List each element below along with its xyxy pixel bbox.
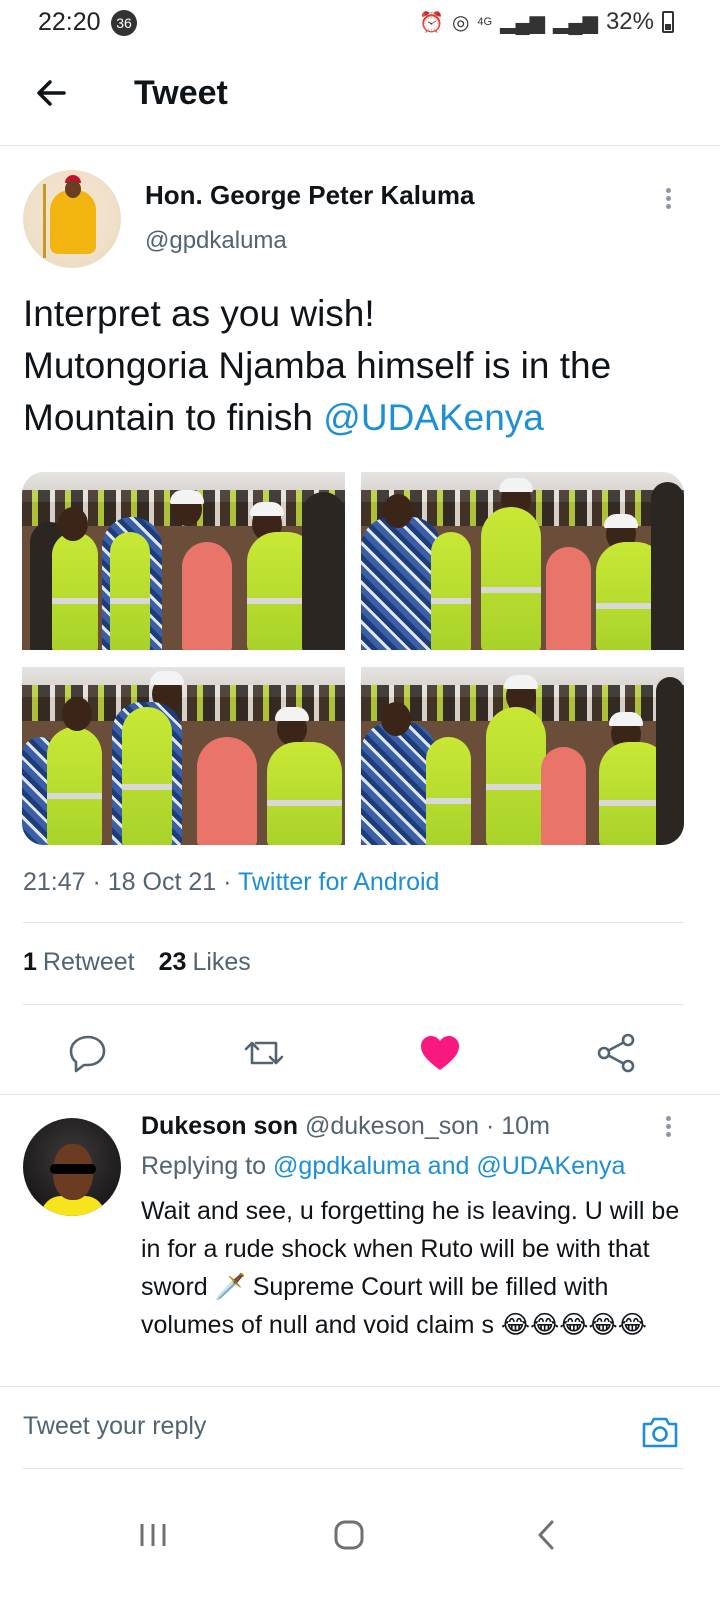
page-title: Tweet [134, 74, 228, 112]
status-time: 22:20 [38, 8, 101, 36]
tweet-photo[interactable] [22, 667, 345, 845]
home-button[interactable] [324, 1510, 374, 1560]
network-type-label: 4G [477, 16, 493, 28]
divider [23, 922, 684, 923]
retweet-label: Retweet [42, 948, 135, 976]
likes-stat[interactable]: 23 Likes [159, 948, 251, 977]
retweets-stat[interactable]: 1 Retweet [23, 948, 135, 977]
reply-more-options-button[interactable] [658, 1114, 678, 1140]
author-name[interactable]: Hon. George Peter Kaluma [145, 180, 474, 211]
hotspot-icon: ◎ [451, 11, 470, 34]
retweet-count: 1 [23, 948, 37, 976]
reply-button[interactable] [64, 1029, 112, 1077]
tweet-stats: 1 Retweet 23 Likes [23, 948, 251, 977]
retweet-button[interactable] [240, 1029, 288, 1077]
battery-icon [662, 11, 674, 33]
reply-input[interactable]: Tweet your reply [23, 1412, 206, 1441]
system-nav-bar [0, 1490, 720, 1600]
reply-author-handle[interactable]: @dukeson_son [305, 1112, 479, 1140]
reply-time: 10m [501, 1112, 550, 1140]
reply-author-name[interactable]: Dukeson son [141, 1112, 298, 1140]
heart-icon [421, 1036, 459, 1070]
replying-mention[interactable]: @gpdkaluma [273, 1152, 421, 1180]
reply-header: Dukeson son @dukeson_son · 10m [141, 1112, 550, 1140]
nav-back-button[interactable] [522, 1510, 572, 1560]
tweet-photo[interactable] [22, 472, 345, 650]
tweet-text: Interpret as you wish! Mutongoria Njamba… [23, 288, 703, 444]
share-button[interactable] [592, 1029, 640, 1077]
tweet-media-grid [22, 472, 684, 845]
tweet-photo[interactable] [361, 472, 684, 650]
like-count: 23 [158, 948, 187, 976]
divider [0, 1386, 720, 1387]
recent-apps-icon [140, 1524, 166, 1546]
nav-back-icon [538, 1520, 554, 1550]
back-arrow-icon [37, 80, 66, 106]
app-header: Tweet [0, 46, 720, 146]
mention-link[interactable]: @UDAKenya [323, 397, 544, 438]
reply-author-avatar[interactable] [23, 1118, 121, 1216]
tweet-source-link[interactable]: Twitter for Android [238, 868, 439, 896]
tweet-action-bar [0, 1025, 720, 1081]
replying-mention[interactable]: @UDAKenya [476, 1152, 625, 1180]
replying-to: Replying to @gpdkaluma and @UDAKenya [141, 1152, 625, 1181]
camera-icon [642, 1417, 678, 1448]
signal-icon: ▂▄▆ [553, 11, 598, 34]
signal-icon: ▂▄▆ [500, 11, 546, 34]
divider [0, 1094, 720, 1095]
replying-prefix: Replying to [141, 1152, 274, 1180]
home-icon [334, 1520, 364, 1550]
status-bar: 22:20 36 ⏰ ◎ 4G ▂▄▆ ▂▄▆ 32% [0, 0, 720, 46]
divider [23, 1004, 684, 1005]
like-label: Likes [192, 948, 251, 976]
tweet-time: 21:47 [23, 868, 86, 896]
status-icons: ⏰ ◎ 4G ▂▄▆ ▂▄▆ 32% [419, 8, 674, 36]
like-button[interactable] [416, 1029, 464, 1077]
tweet-date: 18 Oct 21 [107, 868, 217, 896]
camera-button[interactable] [640, 1414, 680, 1450]
reply-bubble-icon [69, 1035, 106, 1073]
retweet-icon [244, 1041, 284, 1065]
alarm-icon: ⏰ [419, 11, 444, 34]
author-avatar[interactable] [23, 170, 121, 268]
share-icon [597, 1033, 635, 1073]
replying-and: and [420, 1152, 477, 1180]
recent-apps-button[interactable] [128, 1510, 178, 1560]
author-handle[interactable]: @gpdkaluma [145, 227, 287, 255]
divider [23, 1468, 684, 1469]
notification-count-badge: 36 [111, 10, 137, 36]
more-options-button[interactable] [658, 186, 678, 212]
back-button[interactable] [28, 68, 78, 118]
tweet-text-line1: Interpret as you wish! [23, 293, 375, 334]
battery-percent: 32% [605, 8, 654, 35]
tweet-photo[interactable] [361, 667, 684, 845]
reply-text: Wait and see, u forgetting he is leaving… [141, 1197, 680, 1339]
tweet-timestamp: 21:47 · 18 Oct 21 · Twitter for Android [23, 868, 440, 896]
